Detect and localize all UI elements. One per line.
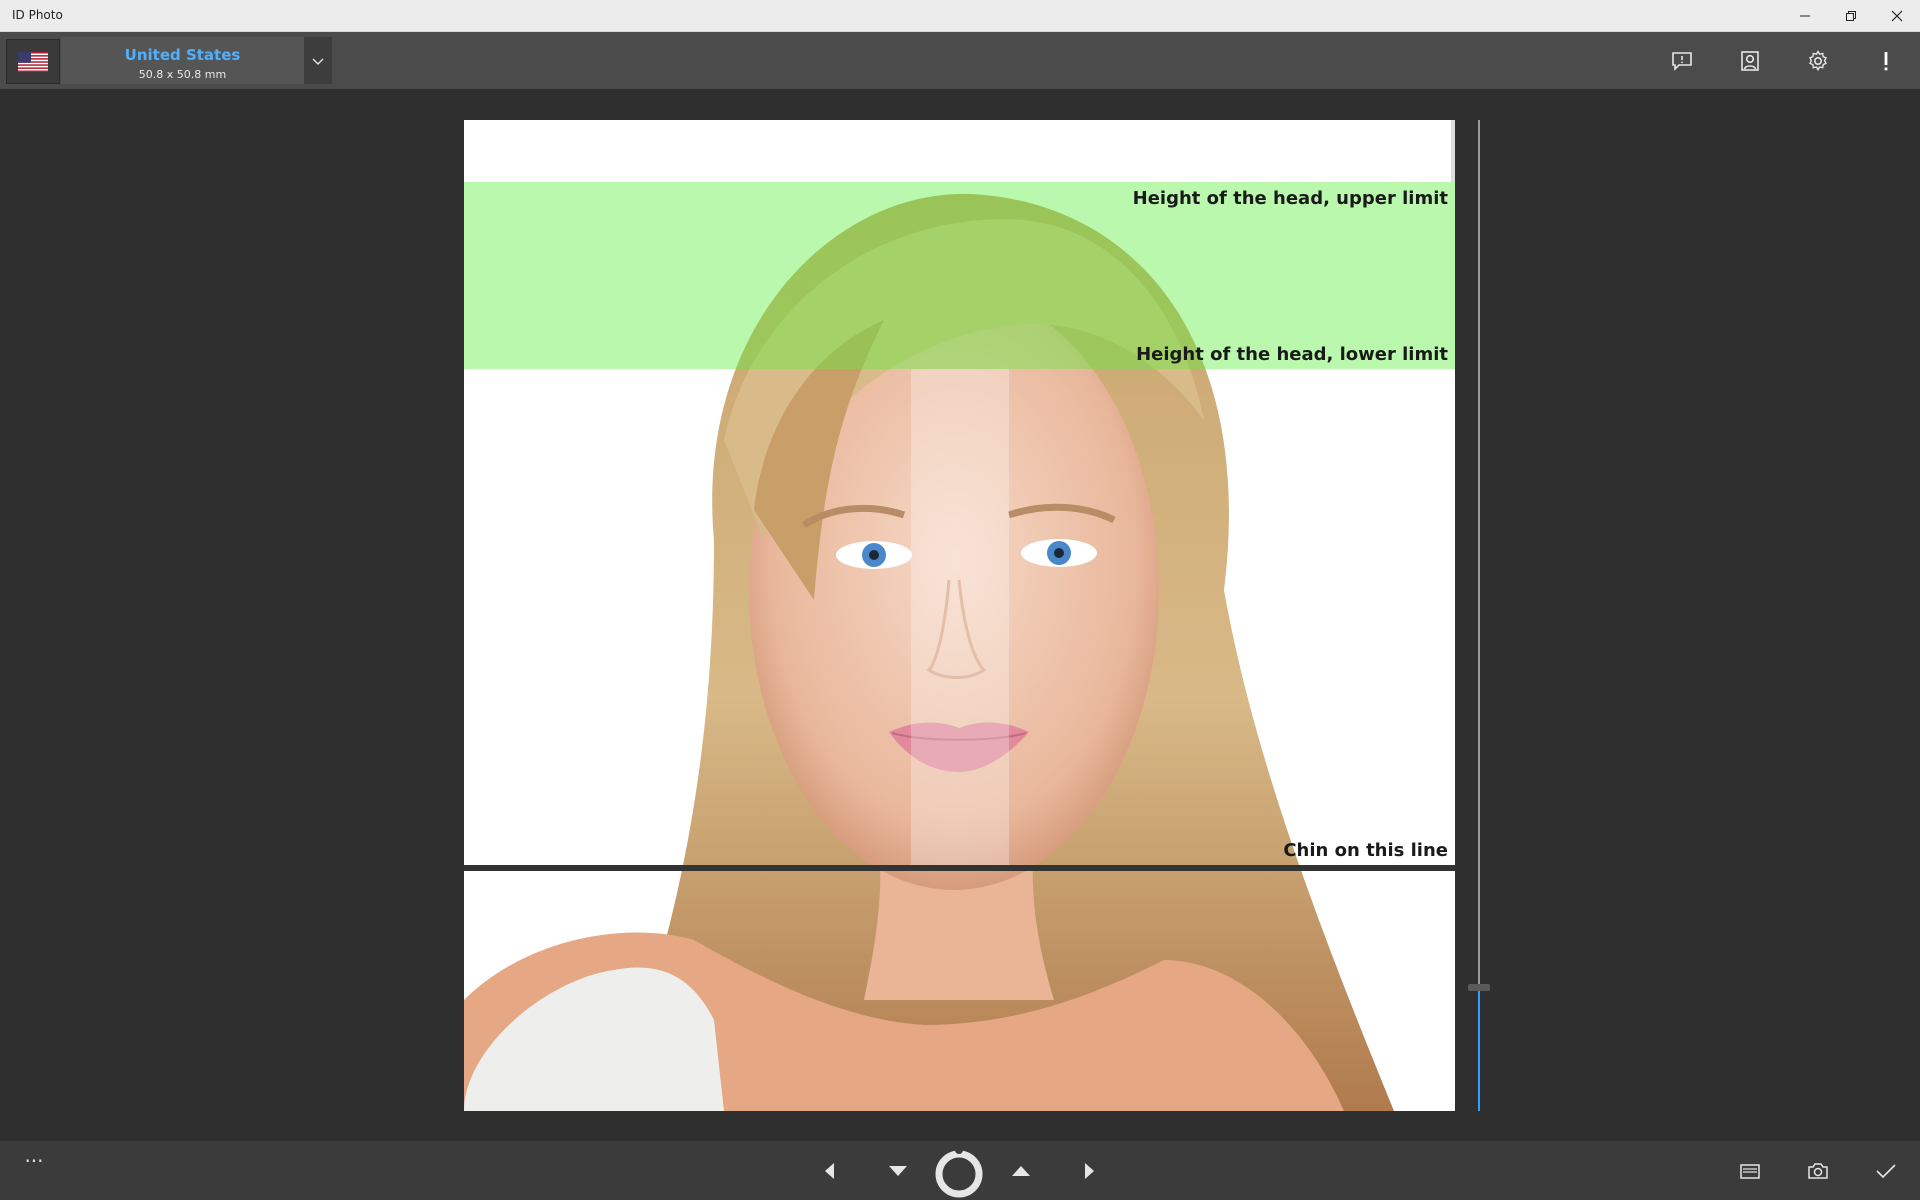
chevron-down-icon (312, 57, 324, 65)
more-button[interactable]: ··· (18, 1151, 50, 1183)
check-icon (1876, 1164, 1896, 1179)
move-right-button[interactable] (1071, 1153, 1107, 1189)
settings-button[interactable] (1802, 45, 1834, 77)
country-flag-button[interactable] (6, 39, 60, 84)
feedback-button[interactable] (1666, 45, 1698, 77)
bottom-toolbar: ··· (0, 1141, 1920, 1200)
triangle-left-icon (825, 1163, 834, 1179)
camera-icon (1808, 1163, 1828, 1179)
country-dropdown-button[interactable] (304, 37, 332, 84)
rotate-button[interactable] (930, 1144, 988, 1200)
gear-icon (1809, 50, 1827, 72)
head-lower-limit-label: Height of the head, lower limit (1136, 344, 1448, 365)
restore-icon (1846, 10, 1856, 21)
maximize-button[interactable] (1828, 0, 1874, 31)
gallery-button[interactable] (1732, 1153, 1768, 1189)
country-selector[interactable]: United States 50.8 x 50.8 mm (61, 37, 304, 84)
move-down-button[interactable] (880, 1153, 916, 1189)
us-flag-icon (18, 51, 48, 72)
title-bar: ID Photo (0, 0, 1920, 32)
move-up-button[interactable] (1003, 1153, 1039, 1189)
zoom-slider-thumb[interactable] (1468, 984, 1490, 991)
close-icon (1891, 10, 1903, 21)
head-height-zone (464, 182, 1455, 369)
head-upper-limit-label: Height of the head, upper limit (1132, 188, 1448, 209)
triangle-right-icon (1085, 1163, 1094, 1179)
gallery-icon (1740, 1164, 1760, 1179)
app-title: ID Photo (12, 8, 63, 22)
info-icon (1884, 52, 1888, 71)
confirm-button[interactable] (1868, 1153, 1904, 1189)
chin-line-label: Chin on this line (1283, 840, 1448, 861)
minimize-button[interactable] (1782, 0, 1828, 31)
chin-guide-line[interactable] (464, 865, 1455, 871)
portrait-button[interactable] (1734, 45, 1766, 77)
triangle-up-icon (1012, 1166, 1030, 1176)
zoom-slider-fill[interactable] (1478, 987, 1480, 1111)
camera-button[interactable] (1800, 1153, 1836, 1189)
face-center-guide (911, 369, 1009, 865)
triangle-down-icon (889, 1166, 907, 1176)
id-photo-canvas[interactable]: Height of the head, upper limit Height o… (464, 120, 1455, 1111)
photo-edge-shadow (1451, 120, 1455, 182)
close-button[interactable] (1874, 0, 1920, 31)
top-toolbar: United States 50.8 x 50.8 mm (0, 32, 1920, 89)
rotate-ring-icon (935, 1146, 983, 1198)
alert-button[interactable] (1870, 45, 1902, 77)
photo-size-label: 50.8 x 50.8 mm (138, 68, 227, 81)
country-name: United States (124, 46, 241, 64)
portrait-icon (1741, 51, 1759, 71)
feedback-icon (1672, 52, 1692, 71)
zoom-slider-track[interactable] (1478, 120, 1480, 987)
move-left-button[interactable] (812, 1153, 848, 1189)
minimize-icon (1800, 15, 1810, 16)
